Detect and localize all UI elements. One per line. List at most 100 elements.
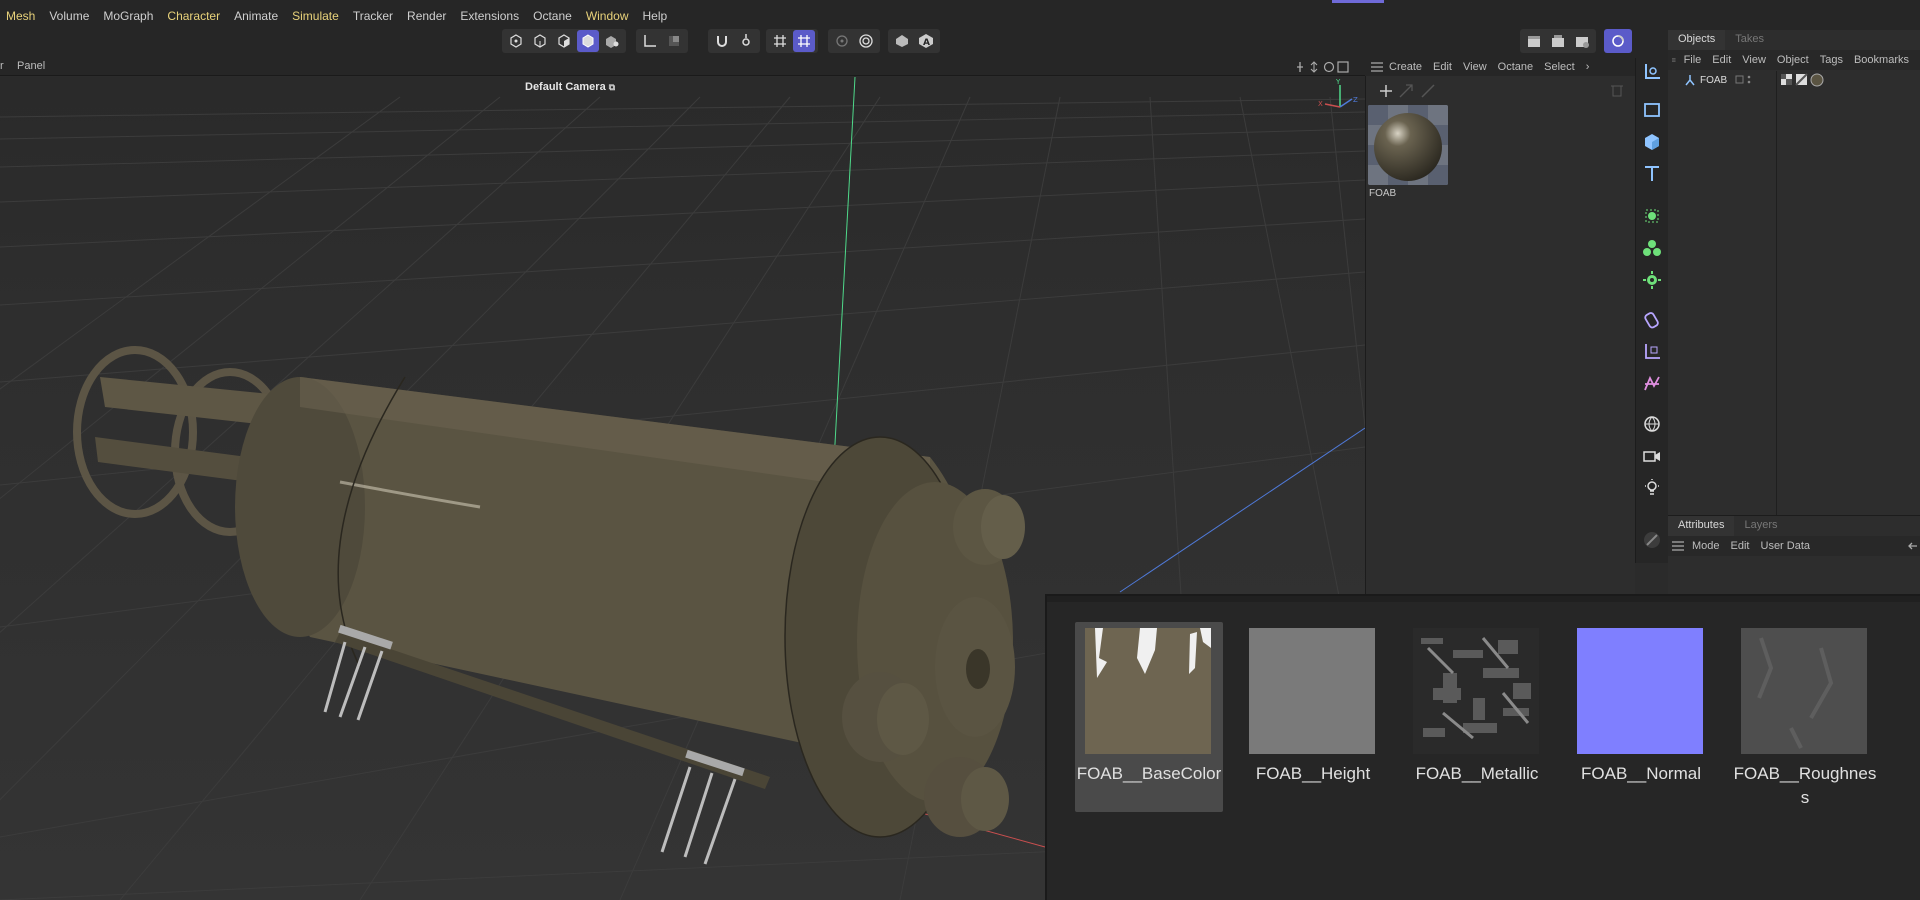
mograph-button[interactable] (1640, 236, 1664, 260)
object-tags[interactable] (1780, 73, 1824, 87)
snap-settings-button[interactable] (735, 30, 757, 52)
menu-extensions[interactable]: Extensions (460, 9, 519, 23)
solo-button[interactable] (663, 30, 685, 52)
hamburger-icon[interactable] (1672, 55, 1676, 65)
attributes-menu-user-data[interactable]: User Data (1761, 540, 1811, 552)
globe-icon (1644, 416, 1660, 432)
model-mode-button[interactable] (577, 30, 599, 52)
workplane-button[interactable] (769, 30, 791, 52)
texture-label: FOAB__Roughness (1733, 764, 1877, 807)
bend-deformer-icon (1644, 312, 1659, 329)
effector-button[interactable] (1640, 268, 1664, 292)
tank-model[interactable] (73, 346, 1025, 865)
menu-help[interactable]: Help (643, 9, 668, 23)
move-tool-button[interactable] (1640, 60, 1664, 84)
render-settings-button[interactable] (1571, 30, 1593, 52)
menu-simulate[interactable]: Simulate (292, 9, 339, 23)
attributes-menu-mode[interactable]: Mode (1692, 540, 1720, 552)
uv-mode-button[interactable] (601, 30, 623, 52)
material-menu-edit[interactable]: Edit (1433, 61, 1452, 73)
viewport-menu-filter[interactable]: r (0, 60, 4, 72)
viewport-navigation-icons[interactable] (1295, 60, 1365, 74)
objects-menu-object[interactable]: Object (1777, 54, 1809, 66)
trash-icon[interactable] (1610, 83, 1624, 97)
menu-mograph[interactable]: MoGraph (103, 9, 153, 23)
render-picture-viewer-button[interactable] (1547, 30, 1569, 52)
material-menu-select[interactable]: Select (1544, 61, 1575, 73)
menu-octane[interactable]: Octane (533, 9, 572, 23)
expand-icon[interactable] (1399, 84, 1413, 98)
object-hierarchy-icon (1685, 75, 1695, 86)
cube-button[interactable] (1640, 130, 1664, 154)
tab-objects[interactable]: Objects (1668, 30, 1726, 50)
menu-render[interactable]: Render (407, 9, 446, 23)
viewport-menu-panel[interactable]: Panel (17, 60, 45, 72)
material-menu-more[interactable]: › (1586, 61, 1590, 73)
field-button[interactable] (1640, 372, 1664, 396)
polygon-mode-icon (558, 34, 570, 48)
shading-button[interactable] (891, 30, 913, 52)
attributes-menu: Mode Edit User Data (1668, 536, 1920, 556)
move-axis-icon (1645, 64, 1660, 79)
target-disabled-button[interactable] (831, 30, 853, 52)
menu-volume[interactable]: Volume (49, 9, 89, 23)
null-object-button[interactable] (1640, 340, 1664, 364)
objects-menu-file[interactable]: File (1684, 54, 1702, 66)
edges-mode-button[interactable] (529, 30, 551, 52)
menu-character[interactable]: Character (167, 9, 220, 23)
axis-button[interactable] (639, 30, 661, 52)
texture-item[interactable]: FOAB__BaseColor (1075, 622, 1223, 812)
text-button[interactable] (1640, 162, 1664, 186)
objects-menu-bookmarks[interactable]: Bookmarks (1854, 54, 1909, 66)
visibility-toggle-icon[interactable] (1735, 74, 1755, 86)
light-button[interactable] (1640, 476, 1664, 500)
hamburger-icon[interactable] (1371, 62, 1383, 72)
texture-item[interactable]: FOAB__Normal (1567, 622, 1715, 812)
material-menu-view[interactable]: View (1463, 61, 1487, 73)
objects-menu-view[interactable]: View (1742, 54, 1766, 66)
camera-label[interactable]: Default Camera ⧉ (525, 81, 615, 93)
texture-label: FOAB__Metallic (1415, 764, 1539, 783)
object-row[interactable]: FOAB (1668, 71, 1920, 556)
camera-icon (1643, 451, 1660, 462)
edge-mode-icon (534, 34, 546, 48)
auto-button[interactable]: A (915, 30, 937, 52)
material-thumbnail[interactable] (1368, 105, 1448, 185)
texture-item[interactable]: FOAB__Height (1239, 622, 1387, 812)
texture-item[interactable]: FOAB__Roughness (1731, 622, 1879, 812)
rectangle-icon (1644, 103, 1660, 117)
add-material-icon[interactable] (1380, 85, 1392, 97)
grid-snap-button[interactable] (793, 30, 815, 52)
points-mode-button[interactable] (505, 30, 527, 52)
layout-switch-button[interactable] (1607, 30, 1629, 52)
menu-tracker[interactable]: Tracker (353, 9, 393, 23)
tab-takes[interactable]: Takes (1725, 30, 1774, 50)
render-view-button[interactable] (1523, 30, 1545, 52)
polygons-mode-button[interactable] (553, 30, 575, 52)
menu-animate[interactable]: Animate (234, 9, 278, 23)
cloner-button[interactable] (1640, 204, 1664, 228)
objects-menu-edit[interactable]: Edit (1712, 54, 1731, 66)
back-arrow-icon[interactable] (1908, 541, 1918, 551)
sculpt-button[interactable] (1640, 528, 1664, 552)
edit-pen-icon[interactable] (1421, 84, 1435, 98)
snap-button[interactable] (711, 30, 733, 52)
attributes-menu-edit[interactable]: Edit (1731, 540, 1750, 552)
texture-item[interactable]: FOAB__Metallic (1403, 622, 1551, 812)
material-menu-create[interactable]: Create (1389, 61, 1422, 73)
text-t-icon (1645, 166, 1659, 181)
hamburger-icon[interactable] (1672, 541, 1684, 551)
objects-menu-tags[interactable]: Tags (1820, 54, 1843, 66)
deformer-button[interactable] (1640, 308, 1664, 332)
material-menu-octane[interactable]: Octane (1498, 61, 1533, 73)
tab-layers[interactable]: Layers (1734, 516, 1787, 536)
camera-button[interactable] (1640, 444, 1664, 468)
menu-mesh[interactable]: Mesh (6, 9, 35, 23)
target-button[interactable] (855, 30, 877, 52)
environment-button[interactable] (1640, 412, 1664, 436)
tab-attributes[interactable]: Attributes (1668, 516, 1735, 536)
spline-rectangle-button[interactable] (1640, 98, 1664, 122)
viewport-menu: r Panel (0, 58, 1365, 76)
menu-window[interactable]: Window (586, 9, 629, 23)
texture-browser: FOAB__BaseColor FOAB__Height FOAB__Metalli… (1045, 594, 1920, 900)
